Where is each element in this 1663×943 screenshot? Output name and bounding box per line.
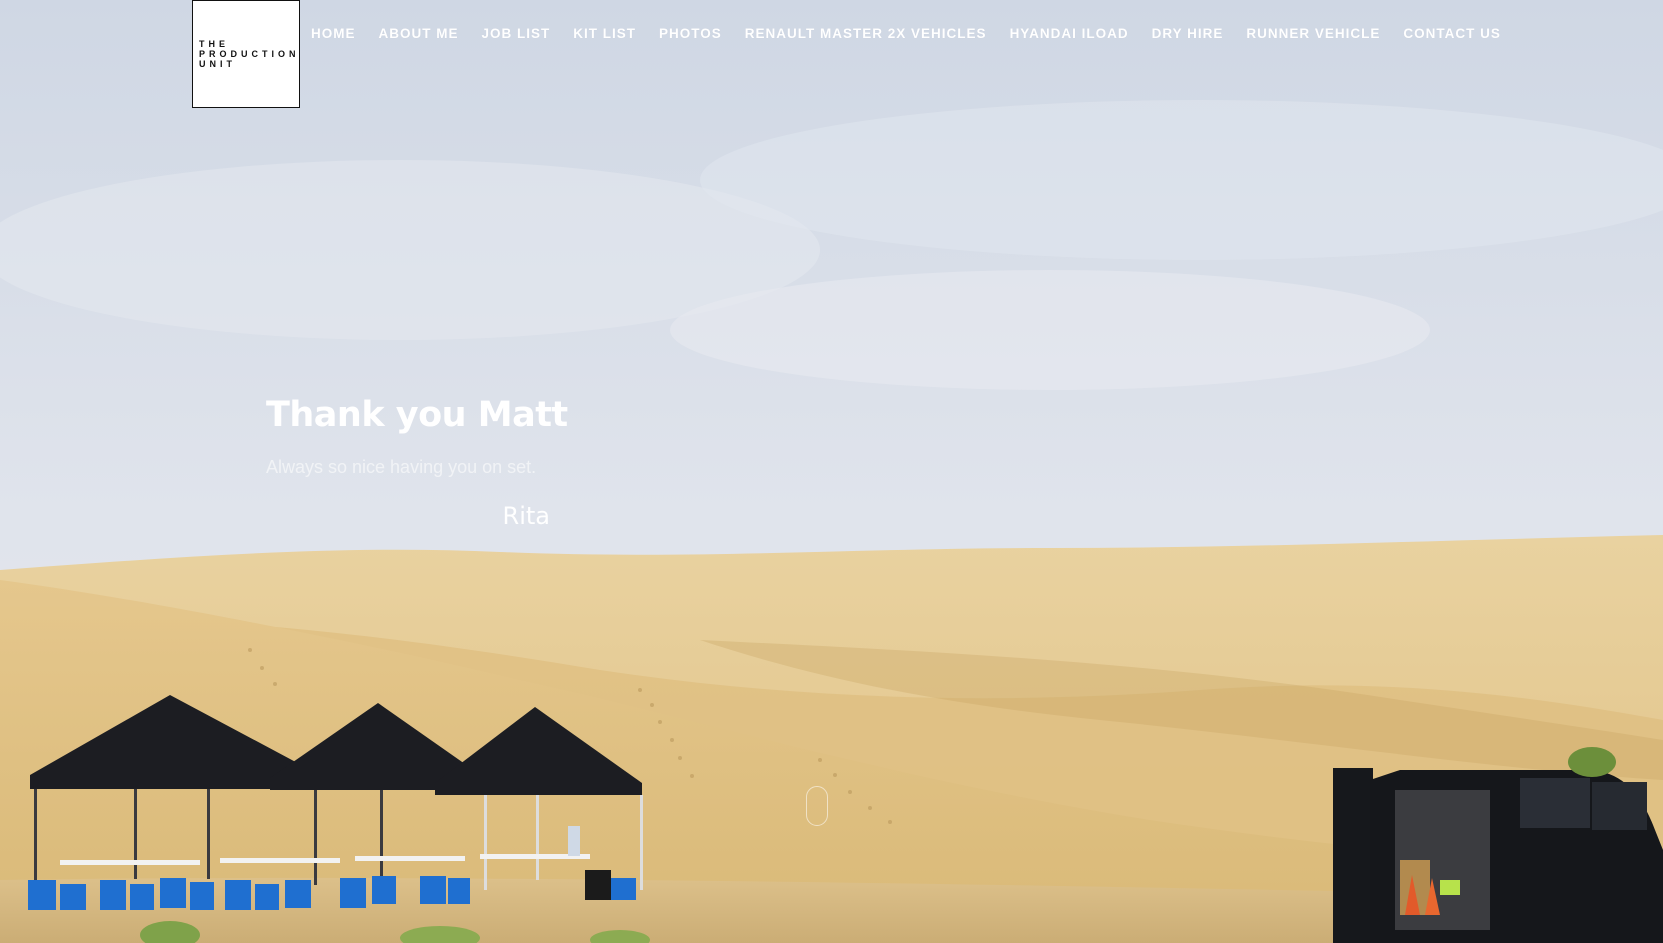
nav-contact-us[interactable]: CONTACT US [1403,26,1501,41]
page: THE PRODUCTION UNIT HOME ABOUT ME JOB LI… [0,0,1663,943]
nav-dry-hire[interactable]: DRY HIRE [1152,26,1224,41]
testimonial-title: Thank you Matt [266,395,568,435]
nav-renault-master[interactable]: RENAULT MASTER 2X VEHICLES [745,26,987,41]
logo-line-1: THE [199,39,229,49]
nav-kit-list[interactable]: KIT LIST [573,26,636,41]
main-navigation: HOME ABOUT ME JOB LIST KIT LIST PHOTOS R… [311,26,1501,41]
logo-line-3: UNIT [199,59,236,69]
nav-hyundai-iload[interactable]: HYANDAI ILOAD [1010,26,1129,41]
nav-photos[interactable]: PHOTOS [659,26,722,41]
nav-about-me[interactable]: ABOUT ME [379,26,459,41]
hero-background-image [0,0,1663,943]
site-logo[interactable]: THE PRODUCTION UNIT [192,0,300,108]
testimonial-block: Thank you Matt Always so nice having you… [266,395,568,530]
nav-home[interactable]: HOME [311,26,356,41]
nav-runner-vehicle[interactable]: RUNNER VEHICLE [1246,26,1380,41]
mouse-scroll-icon[interactable] [806,786,828,826]
testimonial-author: Rita [502,502,550,530]
van-image [1333,768,1663,943]
nav-job-list[interactable]: JOB LIST [482,26,551,41]
testimonial-quote: Always so nice having you on set. [266,457,537,477]
logo-line-2: PRODUCTION [199,49,300,59]
